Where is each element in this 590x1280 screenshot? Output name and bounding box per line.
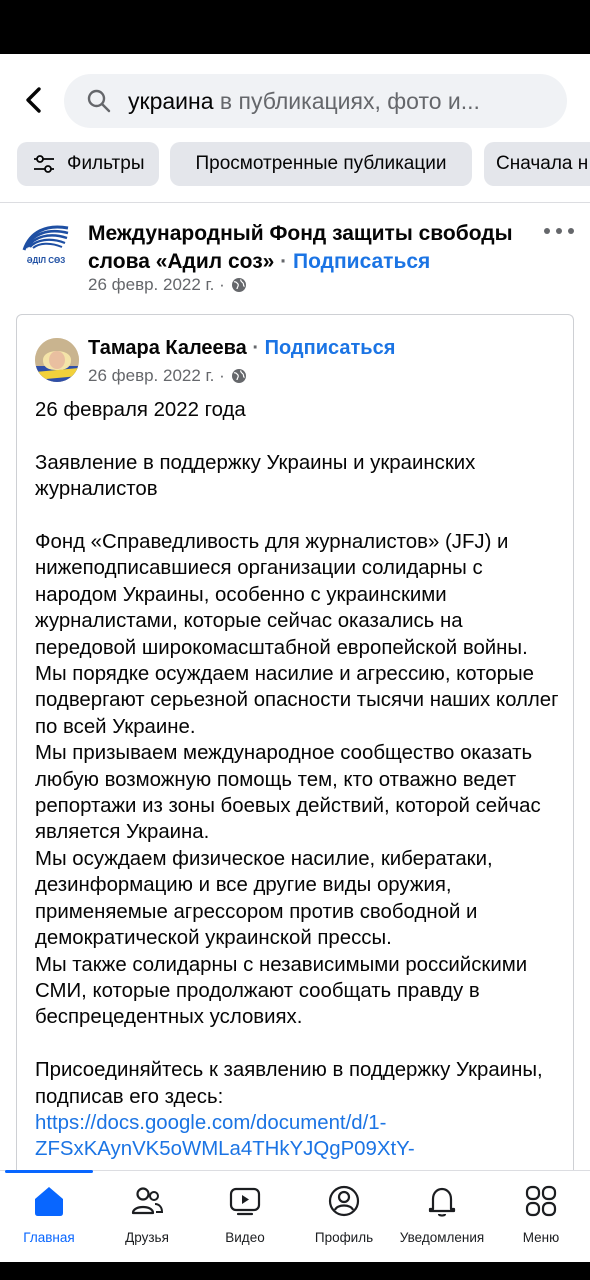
search-input[interactable]: украина в публикациях, фото и...	[64, 74, 567, 128]
home-indicator-bar	[0, 1262, 590, 1280]
search-icon	[87, 89, 111, 113]
search-scope-hint: в публикациях, фото и...	[213, 88, 480, 114]
post-paragraph: 26 февраля 2022 года	[35, 399, 246, 421]
viewed-posts-chip-label: Просмотренные публикации	[195, 153, 447, 174]
page-avatar[interactable]: ӘДІЛ СӨЗ	[16, 214, 76, 274]
more-dot-icon	[544, 228, 550, 234]
more-dot-icon	[568, 228, 574, 234]
document-link[interactable]: https://docs.google.com/document/d/1-ZFS…	[35, 1112, 415, 1160]
search-query: украина в публикациях, фото и...	[128, 88, 558, 115]
globe-icon	[231, 278, 246, 292]
nav-label: Уведомления	[399, 1230, 485, 1245]
shared-post-date[interactable]: 26 февр. 2022 г. ·	[88, 366, 225, 386]
shared-post-meta: 26 февр. 2022 г. ·	[88, 366, 247, 386]
shared-post-card[interactable]: Тамара Калеева · Подписаться 26 февр. 20…	[16, 314, 574, 1214]
shared-author-name[interactable]: Тамара Калеева	[88, 337, 247, 359]
filter-chips: Фильтры Просмотренные публикации Сначала…	[0, 142, 590, 188]
nav-profile[interactable]: Профиль	[295, 1171, 393, 1261]
separator-dot: ·	[246, 337, 265, 359]
join-statement-text: Присоединяйтесь к заявлению в поддержку …	[35, 1059, 543, 1108]
post-paragraph: Мы порядке осуждаем насилие и агрессию, …	[35, 663, 559, 738]
post-meta: 26 февр. 2022 г. ·	[88, 275, 247, 295]
nav-video[interactable]: Видео	[196, 1171, 294, 1261]
adil-soz-logo: ӘДІЛ СӨЗ	[16, 214, 76, 274]
back-button[interactable]	[14, 80, 54, 120]
profile-icon	[328, 1185, 360, 1217]
nav-friends[interactable]: Друзья	[98, 1171, 196, 1261]
post-paragraph: Заявление в поддержку Украины и украинск…	[35, 451, 476, 501]
nav-label: Меню	[522, 1230, 560, 1245]
more-options-button[interactable]	[544, 219, 574, 243]
avatar-photo	[35, 338, 79, 382]
nav-menu[interactable]: Меню	[492, 1171, 590, 1261]
home-icon	[35, 1187, 63, 1216]
nav-home[interactable]: Главная	[0, 1171, 98, 1261]
viewed-posts-chip[interactable]: Просмотренные публикации	[170, 142, 472, 186]
post-date[interactable]: 26 февр. 2022 г. ·	[88, 275, 225, 295]
post-paragraph: Фонд «Справедливость для журналистов» (J…	[35, 531, 528, 659]
post-paragraph: Мы призываем международное сообщество ок…	[35, 742, 541, 844]
shared-author: Тамара Калеева · Подписаться	[88, 337, 395, 360]
friends-icon	[131, 1187, 164, 1215]
more-dot-icon	[556, 228, 562, 234]
search-query-term: украина	[128, 88, 214, 114]
post-paragraph-last: Присоединяйтесь к заявлению в поддержку …	[35, 1057, 565, 1163]
globe-icon	[231, 369, 246, 383]
bottom-nav: Главная Друзья Видео Профиль Уведомления…	[0, 1170, 590, 1262]
post-paragraph: Мы осуждаем физическое насилие, киберата…	[35, 847, 493, 950]
nav-label: Друзья	[125, 1230, 169, 1245]
filters-chip-label: Фильтры	[67, 153, 145, 174]
logo-text: ӘДІЛ СӨЗ	[27, 256, 66, 265]
search-header: украина в публикациях, фото и...	[0, 70, 590, 130]
video-icon	[229, 1187, 261, 1216]
sort-first-chip-label: Сначала н	[496, 153, 589, 174]
menu-icon	[525, 1185, 557, 1217]
bell-icon	[428, 1187, 456, 1217]
sliders-icon	[34, 155, 54, 173]
nav-label: Главная	[23, 1230, 75, 1245]
chevron-left-icon	[26, 87, 41, 113]
post-paragraph: Мы также солидарны с независимыми россий…	[35, 953, 528, 1029]
divider	[0, 202, 590, 203]
filters-chip[interactable]: Фильтры	[17, 142, 159, 186]
subscribe-link[interactable]: Подписаться	[293, 250, 430, 273]
nav-notifications[interactable]: Уведомления	[393, 1171, 491, 1261]
status-bar	[0, 0, 590, 54]
shared-subscribe-link[interactable]: Подписаться	[265, 337, 396, 359]
nav-label: Профиль	[314, 1230, 374, 1245]
post-body: 26 февраля 2022 года Заявление в поддерж…	[35, 397, 565, 1163]
shared-author-avatar[interactable]	[35, 338, 79, 382]
post-author: Международный Фонд защиты свободы слова …	[88, 220, 528, 276]
sort-first-chip[interactable]: Сначала н	[484, 142, 590, 186]
separator-dot: ·	[274, 250, 293, 273]
nav-label: Видео	[225, 1230, 265, 1245]
